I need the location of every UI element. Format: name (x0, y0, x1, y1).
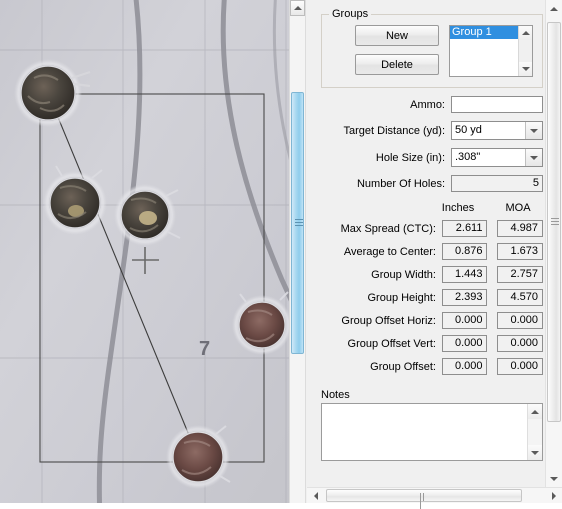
header-inches: Inches (441, 202, 475, 214)
measurement-row: Group Offset: 0.000 0.000 (321, 358, 543, 375)
measurement-label: Average to Center: (343, 245, 436, 258)
image-vertical-scrollbar[interactable] (289, 0, 306, 503)
scroll-right-button[interactable] (545, 488, 562, 503)
measurement-table: Max Spread (CTC): 2.611 4.987 Average to Ce… (321, 220, 543, 375)
notes-textarea[interactable] (322, 404, 527, 460)
measurement-inches-value: 2.611 (441, 220, 488, 237)
groups-groupbox: Groups New Delete Group 1 (321, 8, 543, 88)
notes-scrollbar[interactable] (527, 404, 542, 460)
number-of-holes-value: 5 (451, 175, 543, 192)
listbox-scrollbar[interactable] (518, 26, 532, 76)
chevron-right-icon (551, 491, 556, 500)
groups-legend: Groups (329, 8, 372, 20)
chevron-up-icon (293, 6, 302, 10)
chevron-down-icon (521, 67, 530, 71)
target-analysis-window: 7 Groups New Delete Group 1 Ammo: Target… (0, 0, 562, 509)
grip-icon (551, 218, 559, 225)
chevron-down-icon (531, 450, 539, 455)
scrollbar-thumb[interactable] (291, 92, 304, 354)
target-distance-select[interactable]: 50 yd (451, 121, 543, 140)
measurement-label: Group Width: (371, 268, 436, 281)
measurement-row: Group Offset Vert: 0.000 0.000 (321, 335, 543, 352)
hole-size-value: .308" (455, 151, 481, 163)
hole-size-row: Hole Size (in): .308" (321, 148, 543, 167)
measurement-moa-value: 1.673 (497, 243, 543, 260)
chevron-up-icon (531, 409, 539, 414)
hole-size-select[interactable]: .308" (451, 148, 543, 167)
measurement-row: Group Offset Horiz: 0.000 0.000 (321, 312, 543, 329)
target-image-pane[interactable]: 7 (0, 0, 289, 503)
measurement-moa-value: 0.000 (497, 358, 543, 375)
scroll-left-button[interactable] (307, 488, 324, 503)
measurement-inches-value: 1.443 (441, 266, 488, 283)
listbox-scroll-down-button[interactable] (519, 62, 532, 76)
grip-icon (420, 493, 427, 509)
groups-listbox[interactable]: Group 1 (449, 25, 533, 77)
measurement-label: Group Offset Horiz: (341, 314, 436, 327)
measurement-moa-value: 0.000 (497, 312, 543, 329)
chevron-down-icon (550, 476, 558, 481)
measurement-row: Group Width: 1.443 2.757 (321, 266, 543, 283)
number-of-holes-label: Number Of Holes: (356, 177, 445, 190)
measurement-moa-value: 0.000 (497, 335, 543, 352)
bullet-hole (166, 425, 231, 489)
grip-icon (295, 219, 303, 226)
chevron-down-icon[interactable] (525, 149, 542, 166)
measurement-moa-value: 4.570 (497, 289, 543, 306)
measurement-inches-value: 0.000 (441, 335, 488, 352)
panel-horizontal-scrollbar[interactable] (307, 487, 562, 509)
panel-scroll-down-button[interactable] (546, 470, 562, 487)
measurement-moa-value: 4.987 (497, 220, 543, 237)
hole-size-label: Hole Size (in): (375, 151, 445, 164)
scroll-up-button[interactable] (290, 0, 305, 16)
notes-box[interactable] (321, 403, 543, 461)
measurement-label: Group Height: (367, 291, 436, 304)
measurement-row: Average to Center: 0.876 1.673 (321, 243, 543, 260)
measurement-headers: Inches MOA (321, 202, 543, 214)
panel-scrollbar-thumb[interactable] (547, 22, 561, 422)
ammo-label: Ammo: (410, 98, 445, 111)
target-photo[interactable]: 7 (0, 0, 289, 503)
measurement-label: Max Spread (CTC): (340, 222, 436, 235)
panel-scroll-up-button[interactable] (546, 0, 562, 17)
chevron-left-icon (313, 491, 318, 500)
ring-number-label: 7 (199, 338, 210, 360)
chevron-down-icon[interactable] (525, 122, 542, 139)
measurement-label: Group Offset Vert: (347, 337, 436, 350)
header-moa: MOA (505, 202, 531, 214)
measurement-inches-value: 0.000 (441, 312, 488, 329)
target-distance-value: 50 yd (455, 124, 482, 136)
delete-group-button[interactable]: Delete (355, 54, 439, 75)
horizontal-scrollbar-thumb[interactable] (326, 489, 522, 509)
number-of-holes-row: Number Of Holes: 5 (321, 175, 543, 192)
chevron-up-icon (550, 6, 558, 11)
notes-label: Notes (321, 389, 350, 401)
ammo-row: Ammo: (321, 96, 543, 113)
chevron-up-icon (521, 31, 530, 35)
new-group-button[interactable]: New (355, 25, 439, 46)
target-distance-row: Target Distance (yd): 50 yd (321, 121, 543, 140)
measurement-inches-value: 2.393 (441, 289, 488, 306)
measurement-row: Group Height: 2.393 4.570 (321, 289, 543, 306)
measurement-inches-value: 0.000 (441, 358, 488, 375)
notes-section: Notes (321, 389, 543, 461)
ammo-input[interactable] (451, 96, 543, 113)
measurement-row: Max Spread (CTC): 2.611 4.987 (321, 220, 543, 237)
group-details-panel: Groups New Delete Group 1 Ammo: Target D… (307, 0, 562, 503)
notes-scroll-down-button[interactable] (528, 445, 542, 460)
notes-scroll-up-button[interactable] (528, 404, 542, 419)
measurement-moa-value: 2.757 (497, 266, 543, 283)
listbox-scroll-up-button[interactable] (519, 26, 532, 40)
measurement-inches-value: 0.876 (441, 243, 488, 260)
measurement-label: Group Offset: (370, 360, 436, 373)
target-distance-label: Target Distance (yd): (343, 124, 445, 137)
panel-vertical-scrollbar[interactable] (545, 0, 562, 487)
